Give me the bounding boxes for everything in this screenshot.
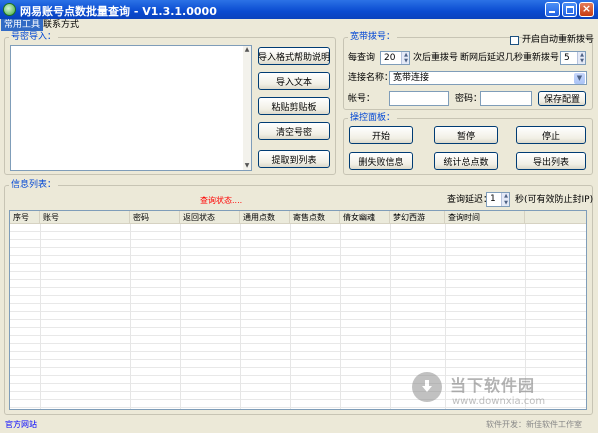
tab-contact[interactable]: 联系方式 (40, 19, 82, 31)
redial-delay-spinner[interactable]: ▲ ▼ (577, 52, 585, 64)
then-redial-label: 次后重拨号 (413, 53, 459, 63)
save-config-button[interactable]: 保存配置 (538, 91, 586, 106)
scroll-down-icon[interactable]: ▼ (243, 162, 251, 170)
auto-redial-checkbox[interactable] (510, 36, 519, 45)
table-row (10, 241, 586, 248)
chevron-down-icon[interactable]: ▼ (574, 73, 585, 84)
redial-delay-field[interactable]: 5 ▲ ▼ (560, 51, 586, 65)
table-row (10, 225, 586, 232)
table-row (10, 265, 586, 272)
table-row (10, 281, 586, 288)
connection-name-label: 连接名称： (348, 73, 394, 83)
watermark-url: www.downxia.com (452, 396, 546, 407)
table-row (10, 329, 586, 336)
info-list-label: 信息列表： (9, 180, 59, 190)
column-header-general-points[interactable]: 通用点数 (240, 211, 290, 224)
column-header-qnyh[interactable]: 倩女幽魂 (340, 211, 390, 224)
password-label: 密码： (455, 94, 483, 104)
table-row (10, 337, 586, 344)
tab-strip (0, 19, 598, 31)
account-label: 帐号： (348, 94, 376, 104)
pause-button[interactable]: 暂停 (434, 126, 498, 144)
sum-points-button[interactable]: 统计总点数 (434, 152, 498, 170)
window-title: 网易账号点数批量查询 - V1.3.1.0000 (20, 5, 217, 18)
tab-common-tools[interactable]: 常用工具 (1, 19, 44, 31)
close-button[interactable]: × (579, 2, 594, 17)
close-icon: × (581, 2, 592, 15)
every-query-spinner[interactable]: ▲ ▼ (401, 52, 409, 64)
table-row (10, 353, 586, 360)
redial-delay-label: 断网后延迟几秒重新拨号： (460, 53, 569, 63)
table-row (10, 273, 586, 280)
minimize-icon (549, 11, 555, 13)
table-header: 序号 账号 密码 返回状态 通用点数 寄售点数 倩女幽魂 梦幻西游 查询时间 (10, 211, 586, 224)
query-delay-field[interactable]: 1 ▲ ▼ (486, 192, 510, 207)
clear-accounts-button[interactable]: 清空号密 (258, 122, 330, 140)
broadband-group-label: 宽带拨号： (348, 32, 398, 42)
table-column-line (340, 224, 341, 409)
column-header-status[interactable]: 返回状态 (180, 211, 240, 224)
table-column-line (180, 224, 181, 409)
table-row (10, 249, 586, 256)
table-row (10, 305, 586, 312)
table-column-line (290, 224, 291, 409)
dial-password-field[interactable] (480, 91, 532, 106)
export-list-button[interactable]: 导出列表 (516, 152, 586, 170)
table-row (10, 345, 586, 352)
delete-failed-button[interactable]: 删失败信息 (349, 152, 413, 170)
arrow-down-icon (422, 380, 432, 392)
table-column-line (130, 224, 131, 409)
table-row (10, 233, 586, 240)
extract-to-list-button[interactable]: 提取到列表 (258, 150, 330, 168)
table-row (10, 361, 586, 368)
maximize-icon (566, 6, 574, 14)
control-panel-label: 操控面板： (348, 113, 398, 123)
every-query-label: 每查询 (348, 53, 376, 63)
watermark-title: 当下软件园 (450, 376, 536, 395)
column-header-query-time[interactable]: 查询时间 (445, 211, 525, 224)
table-row (10, 313, 586, 320)
redial-delay-value: 5 (564, 53, 570, 63)
maximize-button[interactable] (562, 2, 577, 17)
import-help-button[interactable]: 导入格式帮助说明 (258, 47, 330, 65)
column-header-index[interactable]: 序号 (10, 211, 40, 224)
download-icon (412, 372, 442, 402)
start-button[interactable]: 开始 (349, 126, 413, 144)
official-site-link[interactable]: 官方网站 (5, 419, 37, 430)
query-delay-spinner[interactable]: ▲ ▼ (501, 193, 509, 206)
column-header-consign-points[interactable]: 寄售点数 (290, 211, 340, 224)
title-bar: 网易账号点数批量查询 - V1.3.1.0000 × (0, 0, 598, 19)
every-query-value: 20 (384, 53, 396, 63)
column-header-password[interactable]: 密码 (130, 211, 180, 224)
app-icon (3, 3, 16, 16)
connection-name-value: 宽带连接 (393, 73, 430, 83)
table-row (10, 321, 586, 328)
scroll-up-icon[interactable]: ▲ (243, 46, 251, 54)
watermark: 当下软件园 www.downxia.com (412, 370, 572, 420)
column-header-mhxy[interactable]: 梦幻西游 (390, 211, 445, 224)
stop-button[interactable]: 停止 (516, 126, 586, 144)
query-status-text: 查询状态.... (200, 196, 243, 205)
table-row (10, 297, 586, 304)
query-delay-value: 1 (490, 194, 496, 204)
minimize-button[interactable] (545, 2, 560, 17)
auto-redial-label: 开启自动重新拨号 (522, 35, 595, 45)
import-text-button[interactable]: 导入文本 (258, 72, 330, 90)
query-delay-suffix: 秒(可有效防止封IP) (515, 195, 594, 205)
column-header-account[interactable]: 账号 (40, 211, 130, 224)
account-password-input[interactable]: ▲ ▼ (10, 45, 252, 171)
table-row (10, 289, 586, 296)
table-column-line (240, 224, 241, 409)
import-group-label: 号密导入： (9, 32, 59, 42)
dial-account-field[interactable] (389, 91, 449, 106)
every-query-field[interactable]: 20 ▲ ▼ (380, 51, 410, 65)
paste-clipboard-button[interactable]: 粘贴剪贴板 (258, 97, 330, 115)
import-scrollbar[interactable]: ▲ ▼ (243, 46, 251, 170)
connection-name-select[interactable]: 宽带连接 ▼ (389, 71, 587, 85)
table-column-line (40, 224, 41, 409)
table-column-line (390, 224, 391, 409)
developer-credit: 软件开发：新佳软件工作室 (486, 420, 582, 429)
table-row (10, 257, 586, 264)
